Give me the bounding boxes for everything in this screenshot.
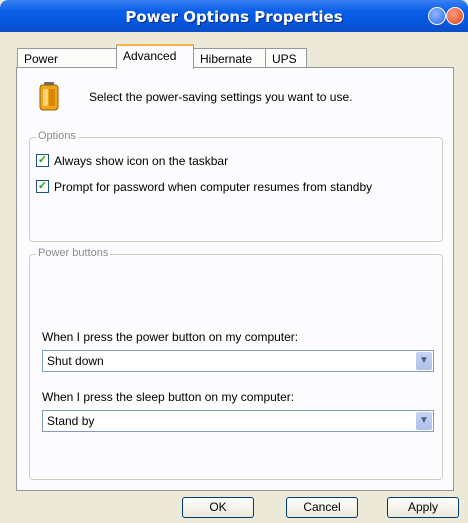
prompt-password-label: Prompt for password when computer resume… — [54, 180, 373, 194]
power-button-label: When I press the power button on my comp… — [42, 330, 299, 344]
options-group-label: Options — [36, 130, 78, 142]
power-buttons-group-label: Power buttons — [36, 247, 111, 259]
tab-ups[interactable]: UPS — [265, 48, 307, 68]
power-options-window: Power Options Properties Power Schemes A… — [0, 0, 468, 523]
advanced-panel: Select the power-saving settings you wan… — [16, 67, 454, 491]
tab-label: Advanced — [123, 49, 177, 63]
chevron-down-icon[interactable]: ▼ — [416, 352, 432, 370]
tab-advanced[interactable]: Advanced — [116, 44, 194, 69]
chevron-down-icon[interactable]: ▼ — [416, 412, 432, 430]
ok-button[interactable]: OK — [182, 497, 254, 518]
always-show-icon-checkbox[interactable]: ✓ — [36, 154, 49, 167]
power-button-value: Shut down — [47, 354, 104, 368]
help-icon[interactable] — [428, 7, 446, 25]
window-title: Power Options Properties — [125, 8, 343, 26]
apply-button[interactable]: Apply — [387, 497, 459, 518]
cancel-button[interactable]: Cancel — [286, 497, 358, 518]
always-show-icon-label: Always show icon on the taskbar — [54, 154, 229, 168]
prompt-password-checkbox[interactable]: ✓ — [36, 180, 49, 193]
options-group: Options ✓ Always show icon on the taskba… — [29, 130, 443, 242]
tab-label: Hibernate — [200, 52, 253, 66]
dialog-body: Power Schemes Advanced Hibernate UPS Sel… — [3, 32, 465, 520]
battery-icon — [39, 82, 59, 111]
intro-text: Select the power-saving settings you wan… — [89, 90, 353, 104]
title-bar[interactable]: Power Options Properties — [0, 0, 468, 32]
tab-power-schemes[interactable]: Power Schemes — [17, 48, 117, 86]
tab-label: UPS — [272, 52, 297, 66]
sleep-button-label: When I press the sleep button on my comp… — [42, 390, 295, 404]
close-icon[interactable] — [446, 7, 464, 25]
tab-hibernate[interactable]: Hibernate — [193, 48, 266, 68]
power-button-select[interactable]: Shut down ▼ — [42, 350, 434, 372]
sleep-button-select[interactable]: Stand by ▼ — [42, 410, 434, 432]
power-buttons-group: Power buttons When I press the power but… — [29, 247, 443, 480]
sleep-button-value: Stand by — [47, 414, 95, 428]
